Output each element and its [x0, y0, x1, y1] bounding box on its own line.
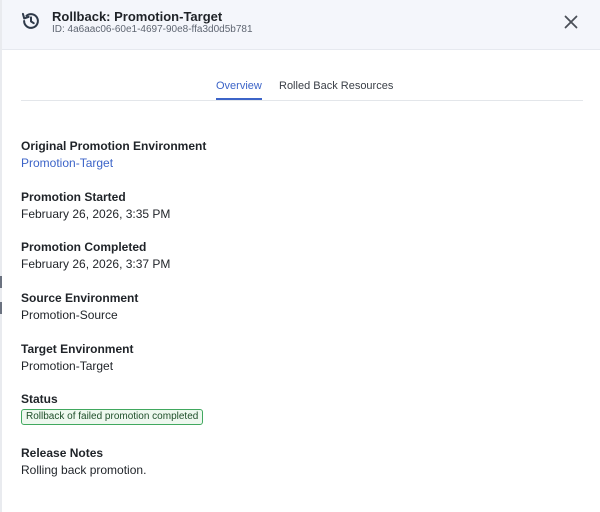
- scroll-marker: [0, 276, 2, 288]
- promotion-completed-field: Promotion Completed February 26, 2026, 3…: [21, 240, 170, 271]
- rollback-detail-panel: Rollback: Promotion-Target ID: 4a6aac06-…: [0, 0, 600, 512]
- field-value: Promotion-Target: [21, 359, 114, 373]
- panel-left-edge: [0, 0, 2, 512]
- source-environment-field: Source Environment Promotion-Source: [21, 291, 138, 322]
- field-value: February 26, 2026, 3:35 PM: [21, 207, 171, 221]
- panel-header: Rollback: Promotion-Target ID: 4a6aac06-…: [2, 0, 600, 50]
- field-value: Rolling back promotion.: [21, 463, 147, 477]
- status-badge: Rollback of failed promotion completed: [21, 409, 204, 425]
- status-field: Status Rollback of failed promotion comp…: [21, 392, 204, 425]
- field-label: Status: [21, 392, 58, 406]
- field-label: Target Environment: [21, 342, 134, 356]
- field-value: Promotion-Source: [21, 308, 118, 322]
- tab-rolled-back-resources[interactable]: Rolled Back Resources: [279, 80, 393, 98]
- promotion-started-field: Promotion Started February 26, 2026, 3:3…: [21, 190, 170, 221]
- release-notes-field: Release Notes Rolling back promotion.: [21, 446, 146, 477]
- field-label: Promotion Completed: [21, 240, 147, 254]
- tab-overview[interactable]: Overview: [216, 80, 262, 100]
- close-icon[interactable]: [560, 11, 582, 33]
- field-label: Original Promotion Environment: [21, 139, 207, 153]
- target-environment-field: Target Environment Promotion-Target: [21, 342, 133, 373]
- field-label: Release Notes: [21, 446, 104, 460]
- history-icon: [21, 12, 39, 29]
- panel-title: Rollback: Promotion-Target: [52, 9, 223, 24]
- field-label: Promotion Started: [21, 190, 126, 204]
- tab-bar: Overview Rolled Back Resources: [21, 80, 583, 101]
- original-environment-link[interactable]: Promotion-Target: [21, 156, 206, 170]
- field-value: February 26, 2026, 3:37 PM: [21, 257, 171, 271]
- original-environment-field: Original Promotion Environment Promotion…: [21, 139, 206, 170]
- scroll-marker: [0, 302, 2, 314]
- field-label: Source Environment: [21, 291, 139, 305]
- rollback-id: ID: 4a6aac06-60e1-4697-90e8-ffa3d0d5b781: [52, 24, 253, 35]
